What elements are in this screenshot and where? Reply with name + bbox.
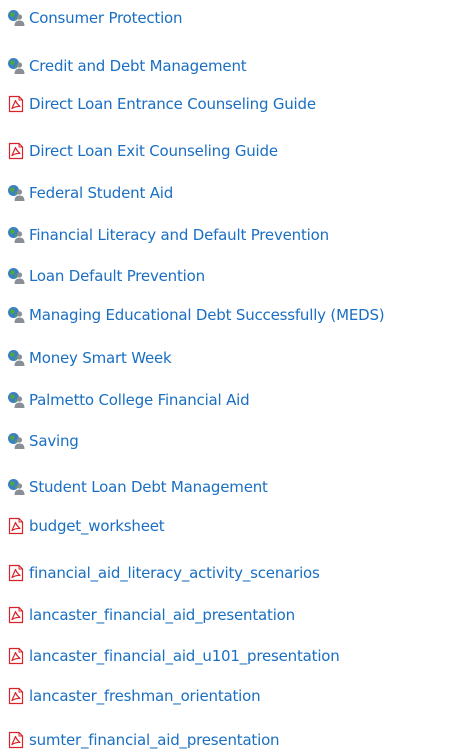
list-item[interactable]: lancaster_freshman_orientation: [7, 683, 261, 709]
list-item[interactable]: Direct Loan Entrance Counseling Guide: [7, 91, 316, 117]
list-item[interactable]: sumter_financial_aid_presentation: [7, 727, 280, 753]
list-item[interactable]: budget_worksheet: [7, 513, 165, 539]
list-item[interactable]: Consumer Protection: [7, 5, 183, 31]
pdf-file-icon: [7, 517, 25, 535]
web-link-icon: [7, 349, 25, 367]
link-literacy-activity-scenarios[interactable]: financial_aid_literacy_activity_scenario…: [29, 564, 320, 582]
link-federal-student-aid[interactable]: Federal Student Aid: [29, 184, 173, 202]
list-item[interactable]: Financial Literacy and Default Preventio…: [7, 222, 329, 248]
web-link-icon: [7, 267, 25, 285]
link-budget-worksheet[interactable]: budget_worksheet: [29, 517, 165, 535]
link-palmetto-college-aid[interactable]: Palmetto College Financial Aid: [29, 391, 250, 409]
link-saving[interactable]: Saving: [29, 432, 79, 450]
pdf-file-icon: [7, 95, 25, 113]
web-link-icon: [7, 432, 25, 450]
list-item[interactable]: Managing Educational Debt Successfully (…: [7, 302, 385, 328]
list-item[interactable]: Palmetto College Financial Aid: [7, 387, 250, 413]
link-consumer-protection[interactable]: Consumer Protection: [29, 9, 183, 27]
pdf-file-icon: [7, 606, 25, 624]
web-link-icon: [7, 226, 25, 244]
link-credit-and-debt-management[interactable]: Credit and Debt Management: [29, 57, 247, 75]
link-sumter-aid-presentation[interactable]: sumter_financial_aid_presentation: [29, 731, 280, 749]
list-item[interactable]: Student Loan Debt Management: [7, 474, 268, 500]
web-link-icon: [7, 9, 25, 27]
list-item[interactable]: lancaster_financial_aid_u101_presentatio…: [7, 643, 340, 669]
web-link-icon: [7, 57, 25, 75]
link-money-smart-week[interactable]: Money Smart Week: [29, 349, 172, 367]
link-lancaster-u101-presentation[interactable]: lancaster_financial_aid_u101_presentatio…: [29, 647, 340, 665]
list-item[interactable]: Direct Loan Exit Counseling Guide: [7, 138, 278, 164]
list-item[interactable]: Federal Student Aid: [7, 180, 173, 206]
list-item[interactable]: Saving: [7, 428, 79, 454]
list-item[interactable]: lancaster_financial_aid_presentation: [7, 602, 295, 628]
web-link-icon: [7, 391, 25, 409]
web-link-icon: [7, 306, 25, 324]
pdf-file-icon: [7, 142, 25, 160]
list-item[interactable]: Loan Default Prevention: [7, 263, 205, 289]
link-financial-literacy[interactable]: Financial Literacy and Default Preventio…: [29, 226, 329, 244]
link-direct-loan-entrance-guide[interactable]: Direct Loan Entrance Counseling Guide: [29, 95, 316, 113]
list-item[interactable]: Credit and Debt Management: [7, 53, 247, 79]
pdf-file-icon: [7, 687, 25, 705]
link-lancaster-aid-presentation[interactable]: lancaster_financial_aid_presentation: [29, 606, 295, 624]
link-loan-default-prevention[interactable]: Loan Default Prevention: [29, 267, 205, 285]
link-student-loan-debt[interactable]: Student Loan Debt Management: [29, 478, 268, 496]
pdf-file-icon: [7, 647, 25, 665]
web-link-icon: [7, 184, 25, 202]
pdf-file-icon: [7, 731, 25, 749]
list-item[interactable]: Money Smart Week: [7, 345, 172, 371]
pdf-file-icon: [7, 564, 25, 582]
link-direct-loan-exit-guide[interactable]: Direct Loan Exit Counseling Guide: [29, 142, 278, 160]
list-item[interactable]: financial_aid_literacy_activity_scenario…: [7, 560, 320, 586]
link-lancaster-freshman-orientation[interactable]: lancaster_freshman_orientation: [29, 687, 261, 705]
link-meds[interactable]: Managing Educational Debt Successfully (…: [29, 306, 385, 324]
web-link-icon: [7, 478, 25, 496]
